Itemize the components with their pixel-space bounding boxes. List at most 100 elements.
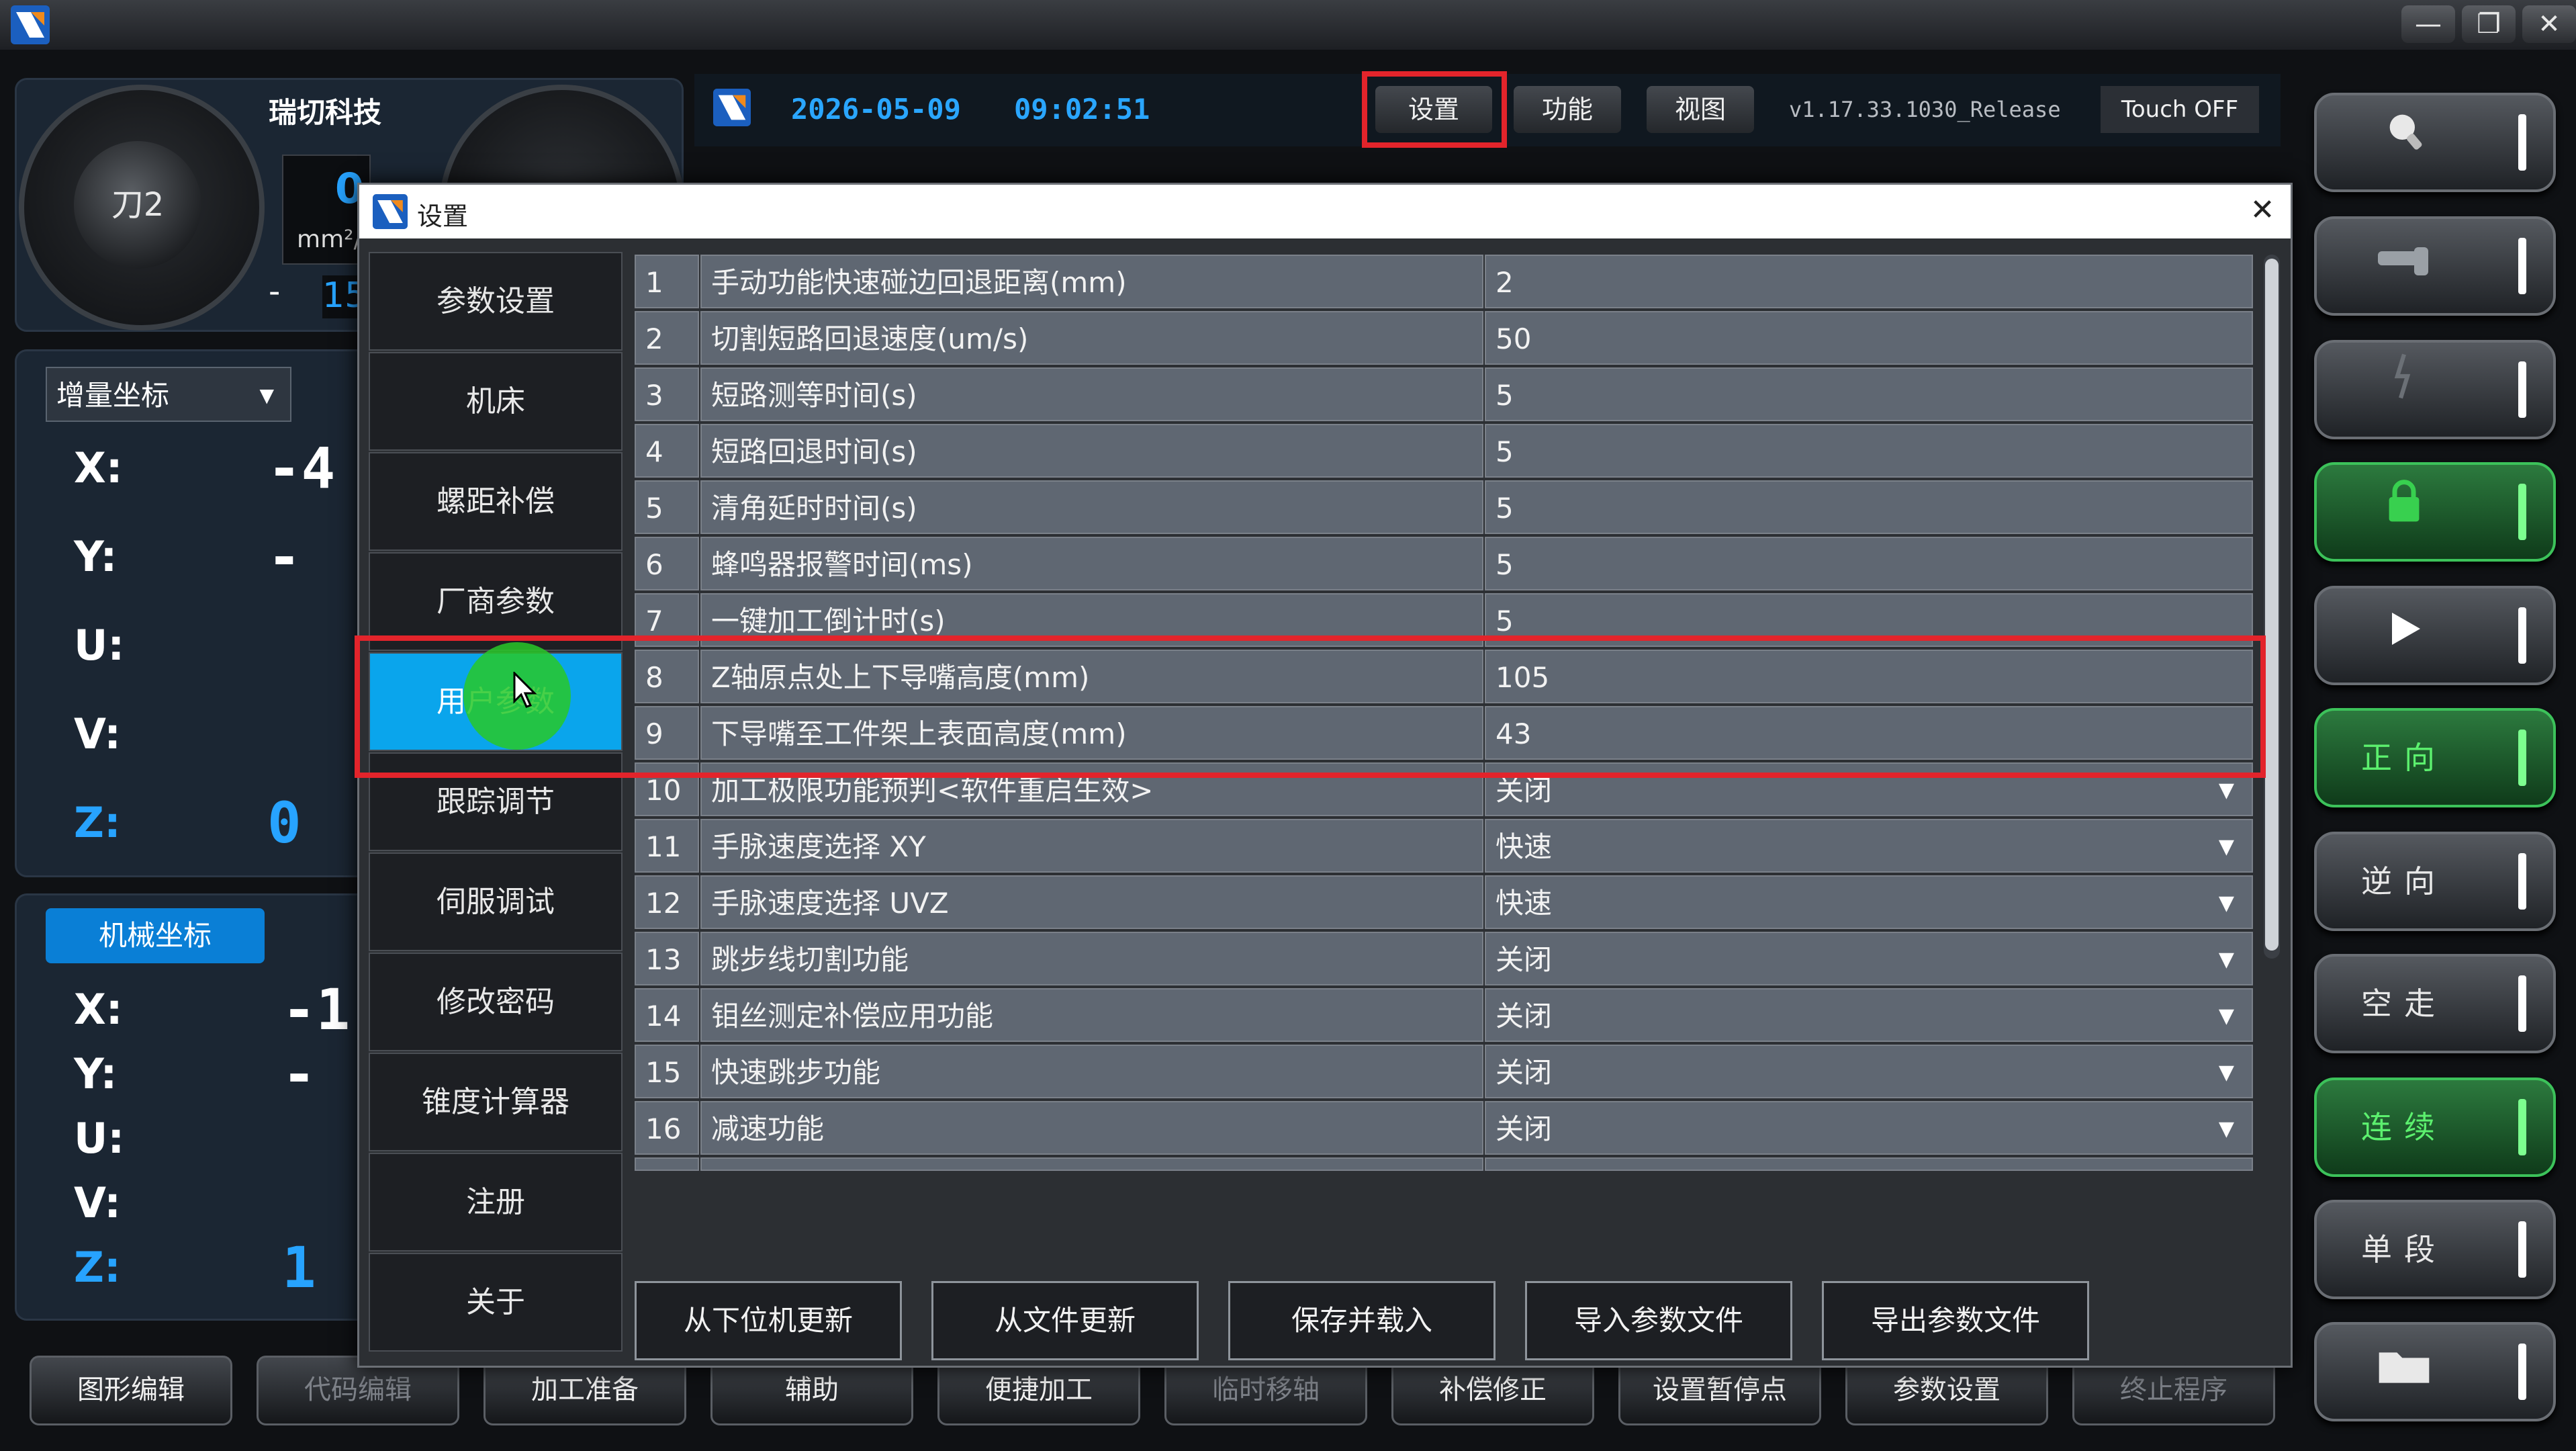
right-control-button[interactable]: 空走 [2314,954,2556,1053]
row-number: 12 [635,875,699,929]
inc-axis-label: U: [74,621,125,670]
restore-button[interactable]: ❐ [2462,5,2516,43]
param-name: 手脉速度选择 XY [700,819,1483,873]
dialog-action-button[interactable]: 导出参数文件 [1822,1281,2089,1360]
right-control-button[interactable] [2314,462,2556,562]
dialog-action-button[interactable]: 导入参数文件 [1525,1281,1792,1360]
inc-axis-label: Y: [74,532,118,581]
param-value: 快速 [1496,887,1553,920]
table-row[interactable]: 12 手脉速度选择 UVZ 快速 ▼ [635,875,2253,932]
table-row[interactable]: 1 手动功能快速碰边回退距离(mm) 2 [635,255,2253,311]
header-time: 09:02:51 [1014,93,1150,126]
param-value: 2 [1496,266,1514,299]
mach-axis-label: Y: [74,1049,118,1098]
right-control-button[interactable] [2314,586,2556,685]
param-value-input[interactable]: 2 [1485,255,2253,308]
right-control-button[interactable] [2314,340,2556,439]
tool-knob[interactable]: 刀2 [74,141,201,269]
inc-axis-value: -4 [267,435,336,501]
table-row[interactable]: 4 短路回退时间(s) 5 [635,424,2253,480]
chevron-down-icon: ▼ [2218,835,2234,859]
row-number: 5 [635,480,699,534]
right-control-button[interactable] [2314,1322,2556,1421]
button-indicator-bar [2518,1344,2526,1400]
settings-nav-item[interactable]: 螺距补偿 [369,452,623,551]
tab-view[interactable]: 视图 [1647,86,1754,133]
button-indicator-bar [2518,1221,2526,1278]
mach-axis-label: U: [74,1114,125,1163]
row-number: 1 [635,255,699,308]
settings-nav-item[interactable]: 伺服调试 [369,852,623,951]
param-value-select[interactable]: 关闭 ▼ [1485,1101,2253,1155]
dialog-action-button[interactable]: 从文件更新 [931,1281,1199,1360]
dialog-title-bar: 设置 ✕ [359,185,2291,238]
coordinate-mode-select[interactable]: 增量坐标 ▼ [46,367,291,422]
table-row[interactable]: 5 清角延时时间(s) 5 [635,480,2253,537]
minimize-button[interactable]: — [2401,5,2455,43]
row-number: 13 [635,932,699,985]
right-control-button[interactable]: 正向 [2314,708,2556,807]
inc-axis-label: Z: [74,798,121,847]
table-row[interactable]: 13 跳步线切割功能 关闭 ▼ [635,932,2253,988]
settings-nav-item[interactable]: 注册 [369,1153,623,1251]
mach-axis-value: -1 [282,977,351,1043]
settings-nav-item[interactable]: 修改密码 [369,953,623,1051]
table-row[interactable]: 3 短路测等时间(s) 5 [635,367,2253,424]
dialog-action-button[interactable]: 从下位机更新 [635,1281,902,1360]
speed-unit: mm²/ [297,226,362,253]
close-window-button[interactable]: ✕ [2522,5,2576,43]
table-row[interactable]: 6 蜂鸣器报警时间(ms) 5 [635,537,2253,593]
param-name: 钼丝测定补偿应用功能 [700,988,1483,1042]
right-control-label: 逆向 [2361,863,2447,899]
play-icon [2384,591,2424,685]
table-scrollbar[interactable] [2264,255,2280,959]
toolbar-button[interactable]: 图形编辑 [30,1356,232,1425]
param-value: 关闭 [1496,943,1553,976]
param-value-input[interactable]: 5 [1485,424,2253,478]
dialog-close-button[interactable]: ✕ [2242,190,2283,230]
param-value: 5 [1496,605,1514,637]
param-value-select[interactable]: 快速 ▼ [1485,819,2253,873]
row-number: 16 [635,1101,699,1155]
right-control-button[interactable]: 连续 [2314,1078,2556,1177]
right-control-button[interactable]: 单段 [2314,1200,2556,1299]
table-row[interactable]: 15 快速跳步功能 关闭 ▼ [635,1045,2253,1101]
dialog-action-button[interactable]: 保存并载入 [1228,1281,1496,1360]
mouse-cursor-icon [513,672,537,708]
param-value-input[interactable]: 5 [1485,480,2253,534]
mach-axis-value: 1 [282,1235,316,1301]
table-row[interactable]: 2 切割短路回退速度(um/s) 50 [635,311,2253,367]
right-control-label [2317,588,2491,683]
param-value: 快速 [1496,830,1553,863]
param-name: 跳步线切割功能 [700,932,1483,985]
touch-toggle[interactable]: Touch OFF [2101,86,2259,133]
param-value-input[interactable]: 5 [1485,537,2253,590]
scrollbar-thumb[interactable] [2265,259,2279,951]
settings-nav-item[interactable]: 关于 [369,1253,623,1352]
table-row[interactable]: 16 减速功能 关闭 ▼ [635,1101,2253,1157]
machine-coords-tab[interactable]: 机械坐标 [46,908,265,963]
header-date: 2026-05-09 [791,93,961,126]
param-value-select[interactable]: 快速 ▼ [1485,875,2253,929]
tab-functions[interactable]: 功能 [1514,86,1621,133]
settings-nav-item[interactable]: 参数设置 [369,252,623,351]
param-name: 短路测等时间(s) [700,367,1483,421]
settings-nav-item[interactable]: 机床 [369,352,623,451]
table-row[interactable]: 14 钼丝测定补偿应用功能 关闭 ▼ [635,988,2253,1045]
right-control-button[interactable] [2314,216,2556,316]
row-number: 4 [635,424,699,478]
right-control-button[interactable]: 逆向 [2314,832,2556,931]
row-number: 15 [635,1045,699,1098]
right-control-label: 连续 [2361,1109,2447,1145]
param-value-select[interactable]: 关闭 ▼ [1485,988,2253,1042]
param-value-select[interactable]: 关闭 ▼ [1485,932,2253,985]
mach-axis-label: V: [74,1178,121,1227]
right-control-button[interactable] [2314,93,2556,192]
param-value-select[interactable]: 关闭 ▼ [1485,1045,2253,1098]
settings-nav-item[interactable]: 锥度计算器 [369,1053,623,1151]
button-indicator-bar [2518,607,2526,664]
param-value-input[interactable]: 50 [1485,311,2253,365]
right-control-label [2317,95,2491,189]
param-value-input[interactable]: 5 [1485,367,2253,421]
table-row[interactable]: 11 手脉速度选择 XY 快速 ▼ [635,819,2253,875]
